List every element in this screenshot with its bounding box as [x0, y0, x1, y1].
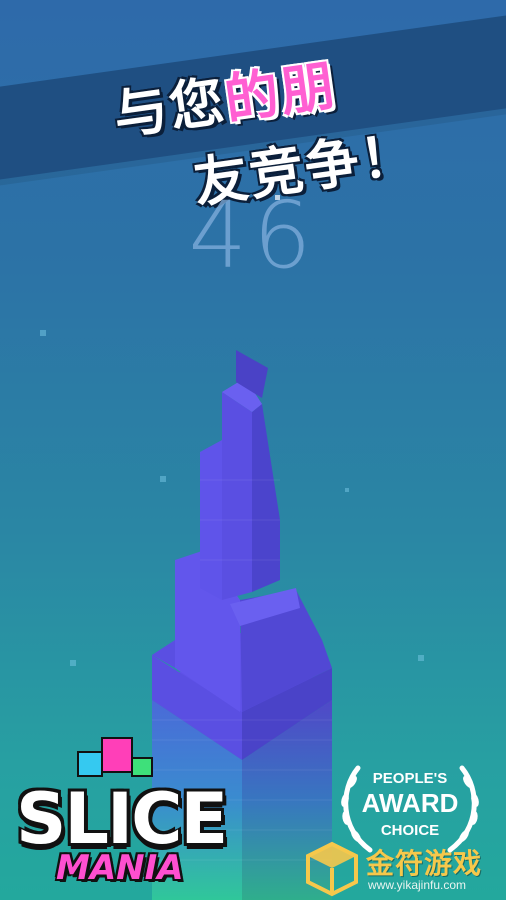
- slice-mania-logo: SLICE MANIA: [16, 730, 246, 890]
- gold-box-icon: [306, 841, 358, 897]
- award-line-2: AWARD: [361, 788, 459, 818]
- tower-spire: [200, 350, 280, 600]
- watermark-title: 金符游戏: [366, 847, 483, 880]
- award-line-1: PEOPLE'S: [372, 770, 448, 787]
- logo-word-mania: MANIA: [56, 848, 184, 888]
- watermark-url: www.yikajinfu.com: [368, 878, 467, 892]
- site-watermark: 金符游戏 www.yikajinfu.com: [300, 836, 506, 900]
- game-screen[interactable]: 与您的朋 友竞争！ 46 SLICE MANIA PEOPLE'S AWARD …: [0, 0, 506, 900]
